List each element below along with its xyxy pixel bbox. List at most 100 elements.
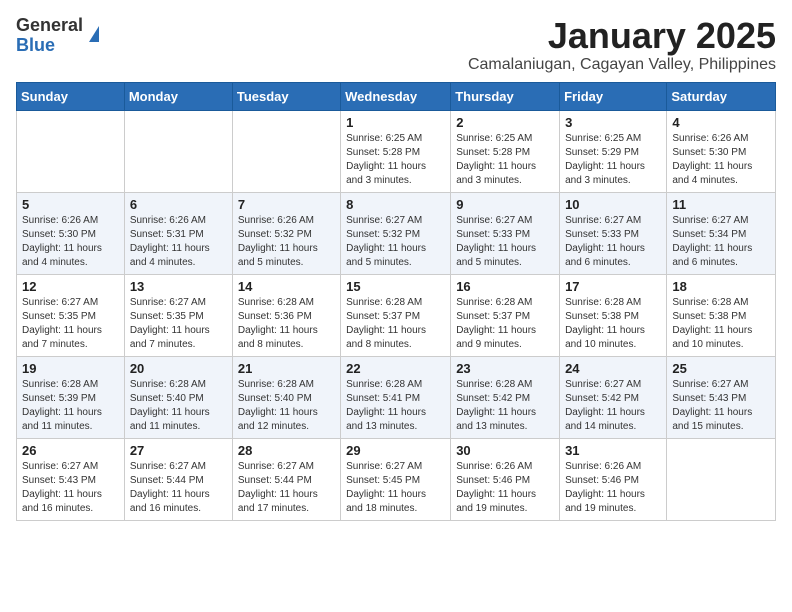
calendar-cell bbox=[124, 110, 232, 192]
cell-info: Sunrise: 6:28 AM Sunset: 5:39 PM Dayligh… bbox=[22, 378, 119, 434]
calendar-cell bbox=[232, 110, 340, 192]
day-number: 21 bbox=[238, 361, 335, 376]
weekday-header-row: SundayMondayTuesdayWednesdayThursdayFrid… bbox=[17, 82, 776, 110]
calendar-cell: 10 Sunrise: 6:27 AM Sunset: 5:33 PM Dayli… bbox=[560, 192, 667, 274]
day-number: 2 bbox=[456, 115, 554, 130]
calendar-cell: 27 Sunrise: 6:27 AM Sunset: 5:44 PM Dayli… bbox=[124, 438, 232, 520]
weekday-header: Monday bbox=[124, 82, 232, 110]
day-number: 9 bbox=[456, 197, 554, 212]
day-number: 14 bbox=[238, 279, 335, 294]
calendar-cell: 19 Sunrise: 6:28 AM Sunset: 5:39 PM Dayli… bbox=[17, 356, 125, 438]
calendar-cell: 8 Sunrise: 6:27 AM Sunset: 5:32 PM Daylig… bbox=[341, 192, 451, 274]
calendar-cell: 25 Sunrise: 6:27 AM Sunset: 5:43 PM Dayli… bbox=[667, 356, 776, 438]
calendar-cell: 6 Sunrise: 6:26 AM Sunset: 5:31 PM Daylig… bbox=[124, 192, 232, 274]
day-number: 10 bbox=[565, 197, 661, 212]
calendar-cell: 26Sunrise: 6:27 AM Sunset: 5:43 PM Dayli… bbox=[17, 438, 125, 520]
day-number: 20 bbox=[130, 361, 227, 376]
cell-info: Sunrise: 6:28 AM Sunset: 5:38 PM Dayligh… bbox=[565, 296, 661, 352]
calendar-cell bbox=[17, 110, 125, 192]
calendar-week-row: 5Sunrise: 6:26 AM Sunset: 5:30 PM Daylig… bbox=[17, 192, 776, 274]
cell-info: Sunrise: 6:28 AM Sunset: 5:37 PM Dayligh… bbox=[346, 296, 445, 352]
day-number: 23 bbox=[456, 361, 554, 376]
day-number: 11 bbox=[672, 197, 770, 212]
calendar-cell: 14 Sunrise: 6:28 AM Sunset: 5:36 PM Dayli… bbox=[232, 274, 340, 356]
calendar-cell: 2 Sunrise: 6:25 AM Sunset: 5:28 PM Daylig… bbox=[451, 110, 560, 192]
cell-info: Sunrise: 6:26 AM Sunset: 5:32 PM Dayligh… bbox=[238, 214, 335, 270]
day-number: 27 bbox=[130, 443, 227, 458]
cell-info: Sunrise: 6:25 AM Sunset: 5:28 PM Dayligh… bbox=[456, 132, 554, 188]
calendar-week-row: 19 Sunrise: 6:28 AM Sunset: 5:39 PM Dayli… bbox=[17, 356, 776, 438]
calendar-cell: 3Sunrise: 6:25 AM Sunset: 5:29 PM Daylig… bbox=[560, 110, 667, 192]
weekday-header: Saturday bbox=[667, 82, 776, 110]
cell-info: Sunrise: 6:28 AM Sunset: 5:37 PM Dayligh… bbox=[456, 296, 554, 352]
calendar-cell: 28Sunrise: 6:27 AM Sunset: 5:44 PM Dayli… bbox=[232, 438, 340, 520]
cell-info: Sunrise: 6:28 AM Sunset: 5:38 PM Dayligh… bbox=[672, 296, 770, 352]
cell-info: Sunrise: 6:28 AM Sunset: 5:40 PM Dayligh… bbox=[238, 378, 335, 434]
weekday-header: Sunday bbox=[17, 82, 125, 110]
calendar-cell: 15Sunrise: 6:28 AM Sunset: 5:37 PM Dayli… bbox=[341, 274, 451, 356]
calendar-cell: 22 Sunrise: 6:28 AM Sunset: 5:41 PM Dayli… bbox=[341, 356, 451, 438]
calendar-cell: 13 Sunrise: 6:27 AM Sunset: 5:35 PM Dayli… bbox=[124, 274, 232, 356]
calendar-cell: 7 Sunrise: 6:26 AM Sunset: 5:32 PM Daylig… bbox=[232, 192, 340, 274]
location-subtitle: Camalaniugan, Cagayan Valley, Philippine… bbox=[468, 56, 776, 74]
day-number: 30 bbox=[456, 443, 554, 458]
cell-info: Sunrise: 6:27 AM Sunset: 5:44 PM Dayligh… bbox=[130, 460, 227, 516]
cell-info: Sunrise: 6:26 AM Sunset: 5:31 PM Dayligh… bbox=[130, 214, 227, 270]
title-block: January 2025 Camalaniugan, Cagayan Valle… bbox=[468, 16, 776, 74]
calendar-cell: 1Sunrise: 6:25 AM Sunset: 5:28 PM Daylig… bbox=[341, 110, 451, 192]
day-number: 19 bbox=[22, 361, 119, 376]
cell-info: Sunrise: 6:27 AM Sunset: 5:33 PM Dayligh… bbox=[456, 214, 554, 270]
calendar-cell: 5Sunrise: 6:26 AM Sunset: 5:30 PM Daylig… bbox=[17, 192, 125, 274]
month-title: January 2025 bbox=[468, 16, 776, 56]
weekday-header: Thursday bbox=[451, 82, 560, 110]
day-number: 25 bbox=[672, 361, 770, 376]
day-number: 7 bbox=[238, 197, 335, 212]
day-number: 12 bbox=[22, 279, 119, 294]
calendar-week-row: 1Sunrise: 6:25 AM Sunset: 5:28 PM Daylig… bbox=[17, 110, 776, 192]
cell-info: Sunrise: 6:27 AM Sunset: 5:35 PM Dayligh… bbox=[130, 296, 227, 352]
cell-info: Sunrise: 6:26 AM Sunset: 5:46 PM Dayligh… bbox=[456, 460, 554, 516]
day-number: 29 bbox=[346, 443, 445, 458]
cell-info: Sunrise: 6:28 AM Sunset: 5:40 PM Dayligh… bbox=[130, 378, 227, 434]
logo-general: General bbox=[16, 15, 83, 35]
calendar-cell: 30 Sunrise: 6:26 AM Sunset: 5:46 PM Dayli… bbox=[451, 438, 560, 520]
cell-info: Sunrise: 6:27 AM Sunset: 5:34 PM Dayligh… bbox=[672, 214, 770, 270]
cell-info: Sunrise: 6:28 AM Sunset: 5:36 PM Dayligh… bbox=[238, 296, 335, 352]
day-number: 22 bbox=[346, 361, 445, 376]
cell-info: Sunrise: 6:25 AM Sunset: 5:28 PM Dayligh… bbox=[346, 132, 445, 188]
logo: General Blue bbox=[16, 16, 99, 56]
logo-triangle-icon bbox=[89, 26, 99, 42]
day-number: 24 bbox=[565, 361, 661, 376]
cell-info: Sunrise: 6:27 AM Sunset: 5:44 PM Dayligh… bbox=[238, 460, 335, 516]
cell-info: Sunrise: 6:27 AM Sunset: 5:32 PM Dayligh… bbox=[346, 214, 445, 270]
cell-info: Sunrise: 6:26 AM Sunset: 5:46 PM Dayligh… bbox=[565, 460, 661, 516]
day-number: 6 bbox=[130, 197, 227, 212]
day-number: 31 bbox=[565, 443, 661, 458]
calendar-table: SundayMondayTuesdayWednesdayThursdayFrid… bbox=[16, 82, 776, 521]
cell-info: Sunrise: 6:26 AM Sunset: 5:30 PM Dayligh… bbox=[672, 132, 770, 188]
calendar-week-row: 26Sunrise: 6:27 AM Sunset: 5:43 PM Dayli… bbox=[17, 438, 776, 520]
cell-info: Sunrise: 6:27 AM Sunset: 5:35 PM Dayligh… bbox=[22, 296, 119, 352]
day-number: 5 bbox=[22, 197, 119, 212]
day-number: 17 bbox=[565, 279, 661, 294]
calendar-cell: 20 Sunrise: 6:28 AM Sunset: 5:40 PM Dayli… bbox=[124, 356, 232, 438]
day-number: 13 bbox=[130, 279, 227, 294]
cell-info: Sunrise: 6:27 AM Sunset: 5:43 PM Dayligh… bbox=[672, 378, 770, 434]
cell-info: Sunrise: 6:28 AM Sunset: 5:42 PM Dayligh… bbox=[456, 378, 554, 434]
day-number: 8 bbox=[346, 197, 445, 212]
calendar-cell: 9 Sunrise: 6:27 AM Sunset: 5:33 PM Daylig… bbox=[451, 192, 560, 274]
cell-info: Sunrise: 6:27 AM Sunset: 5:33 PM Dayligh… bbox=[565, 214, 661, 270]
calendar-cell: 29 Sunrise: 6:27 AM Sunset: 5:45 PM Dayli… bbox=[341, 438, 451, 520]
calendar-cell: 23 Sunrise: 6:28 AM Sunset: 5:42 PM Dayli… bbox=[451, 356, 560, 438]
cell-info: Sunrise: 6:25 AM Sunset: 5:29 PM Dayligh… bbox=[565, 132, 661, 188]
cell-info: Sunrise: 6:27 AM Sunset: 5:42 PM Dayligh… bbox=[565, 378, 661, 434]
calendar-week-row: 12 Sunrise: 6:27 AM Sunset: 5:35 PM Dayli… bbox=[17, 274, 776, 356]
calendar-cell: 31 Sunrise: 6:26 AM Sunset: 5:46 PM Dayli… bbox=[560, 438, 667, 520]
day-number: 16 bbox=[456, 279, 554, 294]
calendar-cell: 18Sunrise: 6:28 AM Sunset: 5:38 PM Dayli… bbox=[667, 274, 776, 356]
cell-info: Sunrise: 6:28 AM Sunset: 5:41 PM Dayligh… bbox=[346, 378, 445, 434]
cell-info: Sunrise: 6:27 AM Sunset: 5:45 PM Dayligh… bbox=[346, 460, 445, 516]
weekday-header: Wednesday bbox=[341, 82, 451, 110]
cell-info: Sunrise: 6:27 AM Sunset: 5:43 PM Dayligh… bbox=[22, 460, 119, 516]
page-header: General Blue January 2025 Camalaniugan, … bbox=[16, 16, 776, 74]
